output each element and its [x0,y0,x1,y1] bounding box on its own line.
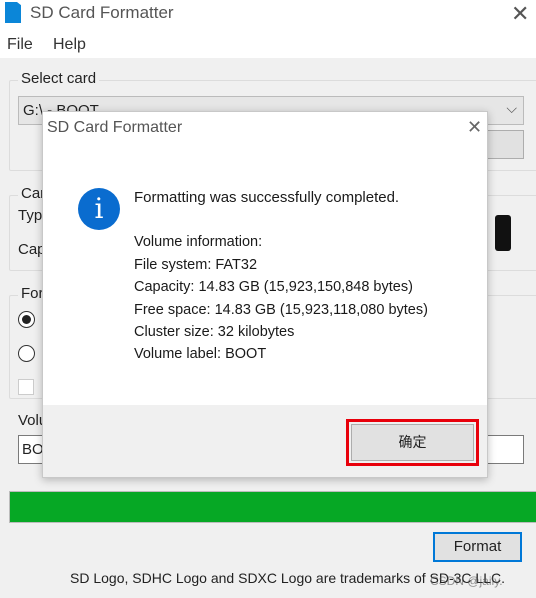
chevron-down-icon: ⌵ [506,100,517,116]
watermark: CSDN @jaily. [430,574,503,588]
title-bar: SD Card Formatter ✕ [0,0,536,30]
file-system-line: File system: FAT32 [134,257,258,273]
format-button[interactable]: Format [433,532,522,562]
app-icon [5,2,21,23]
dialog-footer: 确定 [43,405,487,477]
volume-label-value: BO [22,441,44,458]
free-space-line: Free space: 14.83 GB (15,923,118,080 byt… [134,302,428,318]
message-dialog: SD Card Formatter ✕ i Formatting was suc… [42,111,488,478]
radio-option-2[interactable] [18,345,35,362]
option-checkbox[interactable] [18,379,34,395]
progress-fill [10,492,536,522]
menu-bar: File Help [0,30,536,58]
info-icon: i [78,188,120,230]
sd-logo-icon [495,215,511,251]
dialog-close-icon[interactable]: ✕ [467,117,482,138]
dialog-message: Formatting was successfully completed. [134,189,400,206]
menu-help[interactable]: Help [53,36,86,54]
window-title: SD Card Formatter [30,3,174,22]
volume-label-line: Volume label: BOOT [134,346,267,362]
close-icon[interactable]: ✕ [511,1,529,27]
dialog-title: SD Card Formatter [47,119,183,136]
type-label: Typ [18,207,43,224]
progress-bar [9,491,536,523]
radio-option-1[interactable] [18,311,35,328]
menu-file[interactable]: File [7,36,33,54]
ok-button[interactable]: 确定 [351,424,474,461]
volume-info-heading: Volume information: [134,234,263,250]
capacity-line: Capacity: 14.83 GB (15,923,150,848 bytes… [134,279,413,295]
cluster-size-line: Cluster size: 32 kilobytes [134,324,295,340]
select-card-label: Select card [18,70,100,87]
